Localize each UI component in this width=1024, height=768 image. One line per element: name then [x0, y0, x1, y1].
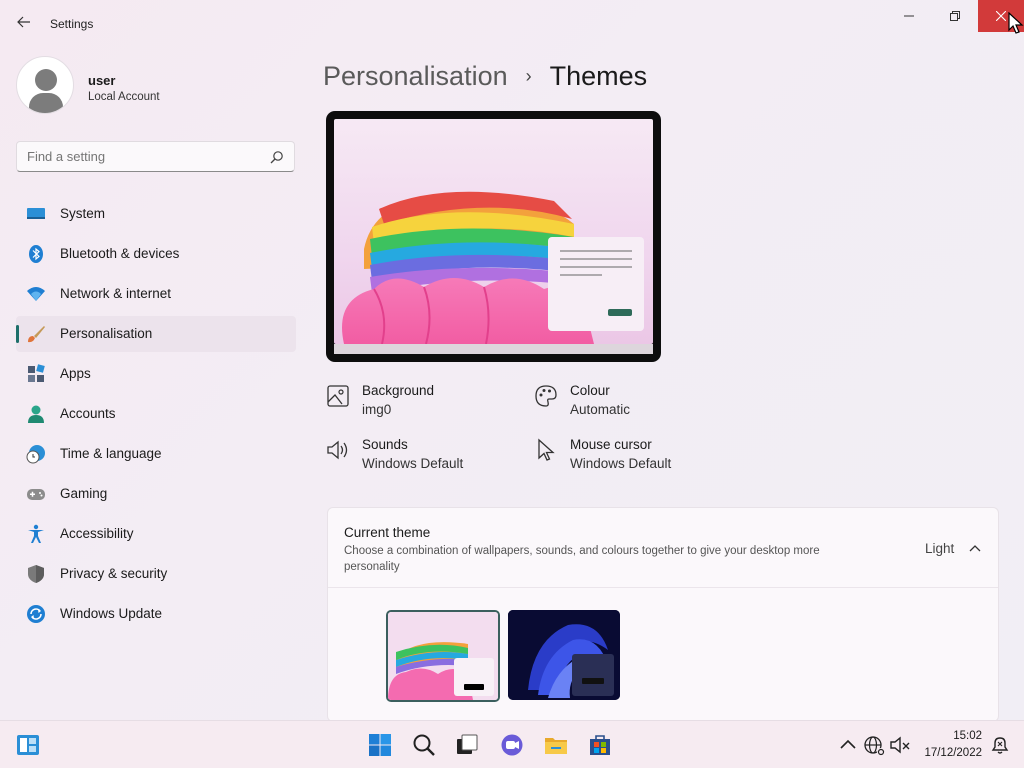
colour-value: Automatic [570, 402, 631, 417]
chevron-up-icon[interactable] [969, 543, 981, 555]
back-arrow-icon [17, 16, 30, 28]
sidebar-item-accounts[interactable]: Accounts [16, 396, 296, 432]
sidebar-item-label: Network & internet [60, 286, 172, 301]
mouse-pointer-icon [1008, 12, 1024, 34]
speaker-icon [327, 440, 348, 460]
sidebar-item-label: System [60, 206, 106, 221]
page-title: Themes [549, 60, 648, 91]
file-explorer-icon[interactable] [544, 733, 568, 757]
account-type: Local Account [88, 91, 160, 103]
store-icon[interactable] [588, 733, 612, 757]
restore-icon [950, 11, 960, 21]
network-icon[interactable] [862, 733, 886, 757]
sidebar-item-apps[interactable]: Apps [16, 356, 296, 392]
sidebar-item-time-language[interactable]: Time & language [16, 436, 296, 472]
title-bar: Settings [0, 0, 1024, 40]
search-icon [270, 151, 283, 164]
taskbar-time[interactable]: 15:02 [940, 730, 982, 742]
start-icon[interactable] [368, 733, 392, 757]
back-button[interactable] [12, 10, 36, 34]
taskbar-date[interactable]: 17/12/2022 [920, 747, 982, 759]
apps-icon [28, 364, 45, 382]
sidebar-item-system[interactable]: System [16, 196, 296, 232]
app-title: Settings [50, 17, 94, 31]
colour-label: Colour [570, 383, 610, 398]
chat-icon[interactable] [500, 733, 524, 757]
sidebar-item-label: Windows Update [60, 606, 163, 621]
bloom-wallpaper-image [342, 191, 644, 344]
wifi-icon [27, 287, 45, 301]
sidebar-item-label: Accessibility [60, 526, 134, 541]
avatar [16, 56, 74, 114]
sidebar-nav: System Bluetooth & devices Network & int… [16, 196, 296, 636]
cursor-icon [538, 438, 555, 461]
mouse-cursor-label: Mouse cursor [570, 437, 652, 452]
breadcrumb: Personalisation › Themes [323, 58, 647, 94]
sounds-label: Sounds [362, 437, 408, 452]
widgets-icon[interactable] [16, 733, 40, 757]
task-view-icon[interactable] [455, 733, 479, 757]
sidebar-item-bluetooth[interactable]: Bluetooth & devices [16, 236, 296, 272]
update-icon [27, 605, 45, 623]
current-theme-header[interactable]: Current theme Choose a combination of wa… [328, 508, 998, 588]
dark-theme-image [508, 610, 620, 700]
shield-icon [28, 565, 44, 583]
sidebar-item-label: Apps [60, 366, 91, 381]
minimize-icon [904, 15, 914, 17]
close-icon [996, 11, 1006, 21]
user-name: user [88, 73, 116, 88]
background-value: img0 [362, 402, 392, 417]
sidebar-item-label: Time & language [60, 446, 162, 461]
breadcrumb-parent[interactable]: Personalisation [323, 61, 508, 92]
mouse-cursor-value: Windows Default [570, 456, 672, 471]
chevron-up-icon[interactable] [836, 733, 860, 757]
minimize-button[interactable] [886, 0, 932, 32]
image-icon [327, 385, 349, 407]
accessibility-icon [28, 524, 44, 543]
current-theme-title: Current theme [344, 525, 431, 540]
user-profile[interactable]: user Local Account [16, 56, 296, 120]
theme-thumbnail-light[interactable] [386, 610, 500, 702]
sounds-value: Windows Default [362, 456, 464, 471]
gamepad-icon [27, 489, 45, 500]
sidebar-item-windows-update[interactable]: Windows Update [16, 596, 296, 632]
sidebar-item-gaming[interactable]: Gaming [16, 476, 296, 512]
current-theme-description: Choose a combination of wallpapers, soun… [344, 545, 820, 573]
sidebar-item-accessibility[interactable]: Accessibility [16, 516, 296, 552]
sidebar-item-network[interactable]: Network & internet [16, 276, 296, 312]
background-setting[interactable]: Background img0 [326, 380, 526, 420]
notification-icon[interactable] [988, 733, 1012, 757]
colour-setting[interactable]: Colour Automatic [534, 380, 734, 420]
clock-globe-icon [26, 445, 45, 464]
sounds-setting[interactable]: Sounds Windows Default [326, 434, 526, 474]
sidebar-item-label: Privacy & security [60, 566, 168, 581]
system-icon [27, 208, 45, 219]
sidebar-item-label: Bluetooth & devices [60, 246, 180, 261]
volume-muted-icon[interactable] [888, 733, 912, 757]
sidebar-item-personalisation[interactable]: Personalisation [16, 316, 296, 352]
paintbrush-icon [28, 326, 45, 343]
theme-preview [326, 111, 661, 362]
search-box[interactable] [16, 141, 295, 172]
theme-thumbnail-dark[interactable] [508, 610, 620, 700]
light-theme-image [388, 612, 498, 700]
taskbar: 15:02 17/12/2022 [0, 720, 1024, 768]
restore-button[interactable] [932, 0, 978, 32]
current-theme-value: Light [925, 541, 955, 556]
sidebar-item-label: Gaming [60, 486, 108, 501]
accounts-icon [28, 405, 44, 423]
breadcrumb-separator: › [525, 65, 532, 86]
palette-icon [535, 385, 557, 407]
current-theme-card: Current theme Choose a combination of wa… [327, 507, 999, 722]
background-label: Background [362, 383, 435, 398]
mouse-cursor-setting[interactable]: Mouse cursor Windows Default [534, 434, 734, 474]
search-icon[interactable] [412, 733, 436, 757]
sidebar-item-label: Accounts [60, 406, 116, 421]
sidebar-item-privacy[interactable]: Privacy & security [16, 556, 296, 592]
sidebar-item-label: Personalisation [60, 326, 153, 341]
bluetooth-icon [29, 245, 43, 263]
search-input[interactable] [27, 149, 257, 164]
wallpaper-preview [334, 119, 653, 344]
